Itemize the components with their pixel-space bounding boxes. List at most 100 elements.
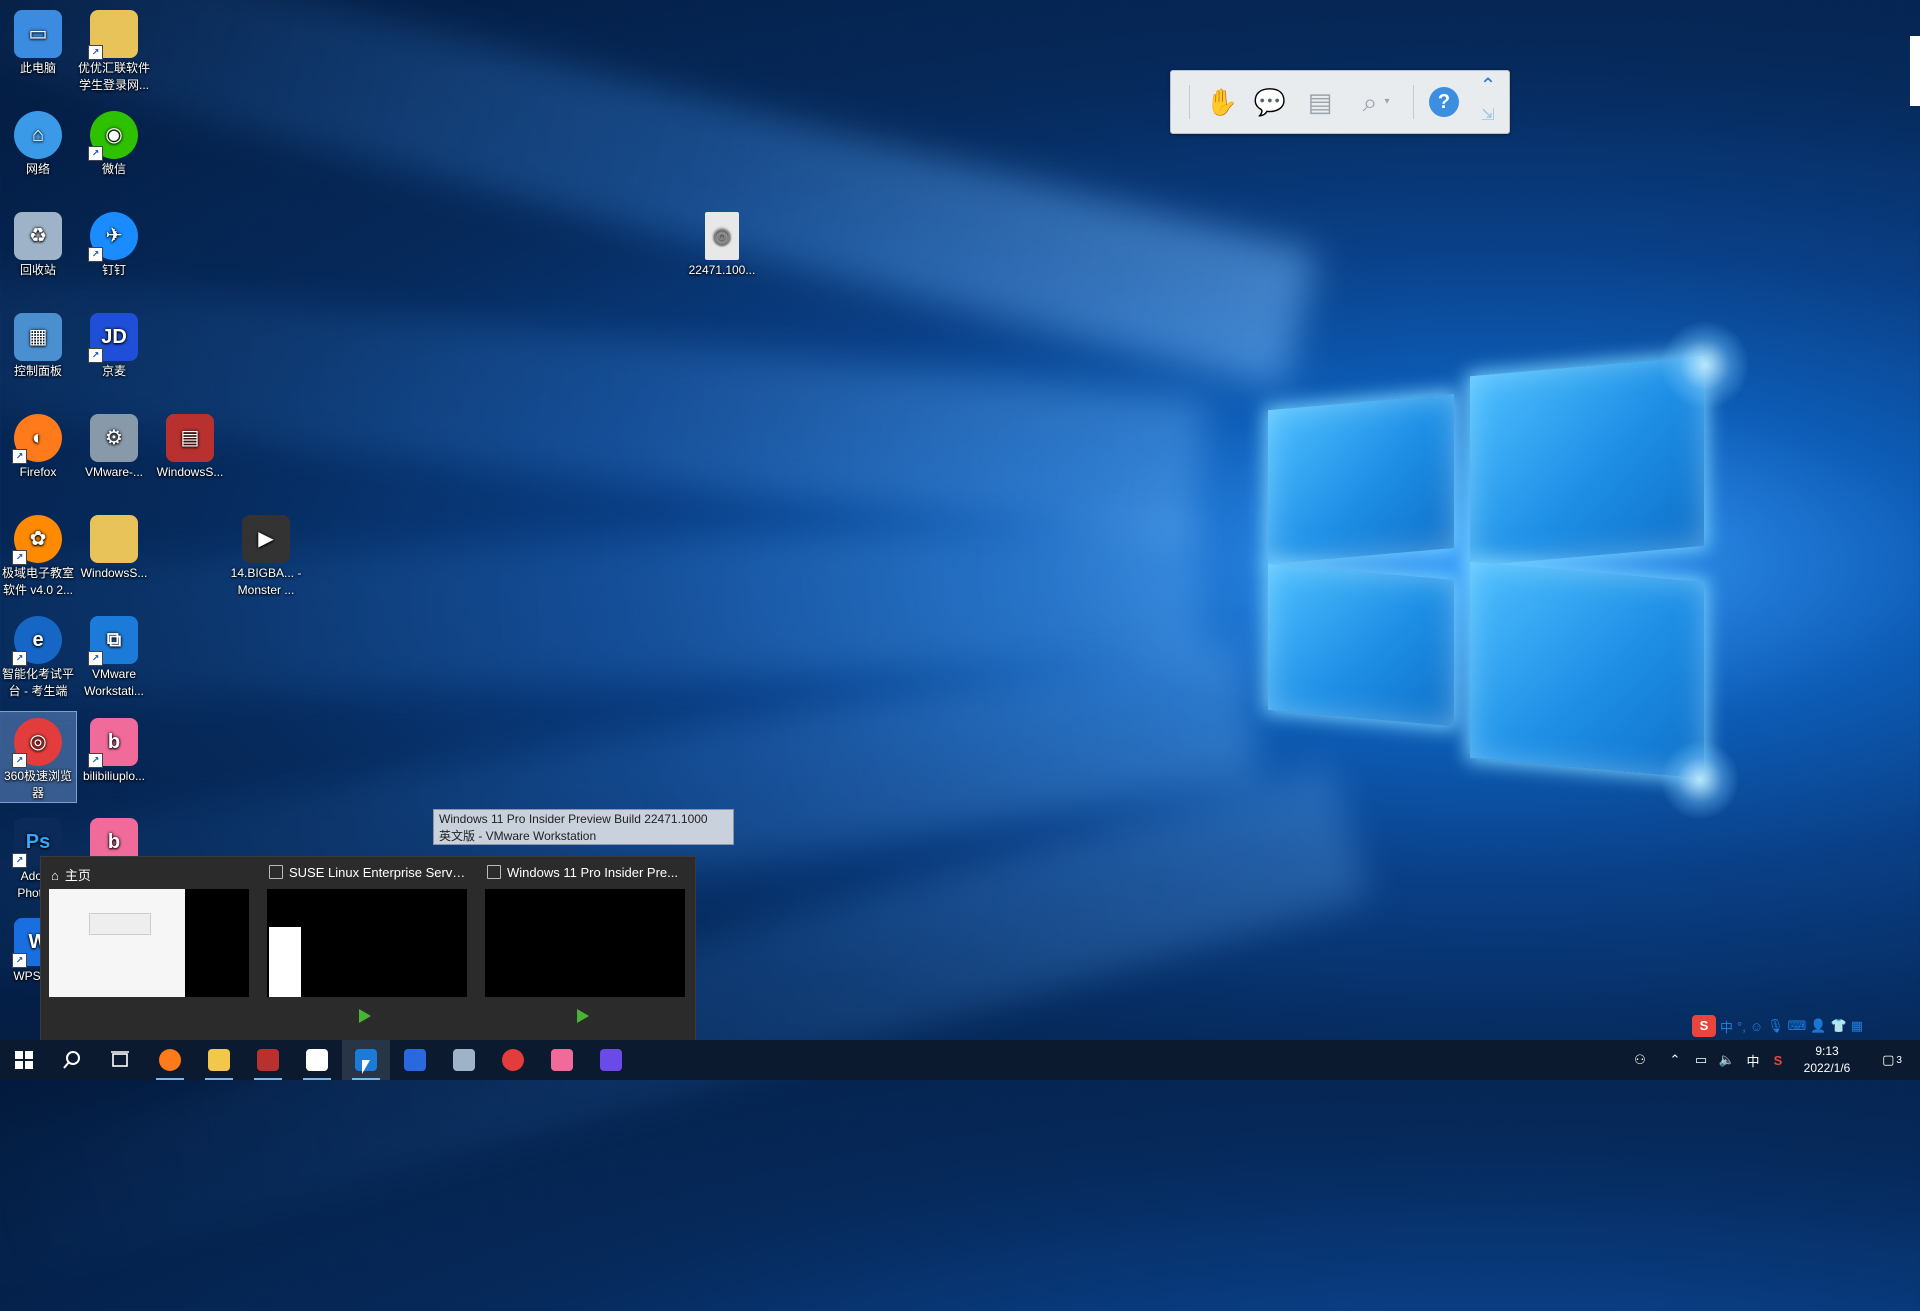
desktop-icon-label: 优优汇联软件学生登录网... [77, 61, 150, 92]
user-icon[interactable]: 👤 [1810, 1018, 1826, 1034]
vm-tooltip-line2: 英文版 - VMware Workstation [439, 829, 597, 843]
desktop-icon-winrar[interactable]: ▤ WindowsS... [152, 408, 228, 481]
taskbar-app-video[interactable] [587, 1040, 635, 1080]
volume-muted-icon[interactable]: 🔈 [1714, 1040, 1740, 1080]
desktop-icon-label: 极域电子教室软件 v4.0 2... [1, 566, 74, 597]
preview-suse[interactable]: SUSE Linux Enterprise Server... [259, 857, 477, 1040]
help-icon[interactable]: ? [1427, 85, 1461, 119]
microphone-icon[interactable]: 🎙 [1767, 1018, 1784, 1034]
desktop-icon-label: 智能化考试平台 - 考生端 [1, 667, 74, 698]
skin-icon[interactable]: 👕 [1831, 1018, 1847, 1034]
keyboard-icon[interactable]: ⌨ [1788, 1018, 1807, 1034]
desktop-icon-dingtalk[interactable]: ✈ ↗ 钉钉 [76, 206, 152, 279]
desktop-icon-control-panel[interactable]: ▦ 控制面板 [0, 307, 76, 380]
notification-icon: ▢ [1882, 1052, 1895, 1067]
taskbar-app-store[interactable] [293, 1040, 341, 1080]
people-icon[interactable]: ⚇ [1625, 1040, 1655, 1080]
desktop-icon-vmware-workstation[interactable]: ⧉ ↗ VMware Workstati... [76, 610, 152, 700]
preview-home[interactable]: ⌂ 主页 [41, 857, 259, 1040]
emoji-icon[interactable]: ☺ [1750, 1019, 1763, 1034]
desktop-icon-label: 回收站 [19, 263, 56, 277]
bilibili-icon: b ↗ [88, 718, 138, 768]
firefox-icon: ◐ ↗ [12, 414, 62, 464]
desktop-icon-bilibili-uploader[interactable]: b ↗ bilibiliuplo... [76, 712, 152, 785]
search-button[interactable] [48, 1040, 96, 1080]
clock-time: 9:13 [1815, 1044, 1839, 1058]
desktop-icon-iso-file[interactable]: ◎ 22471.100... [684, 206, 760, 279]
taskbar: ⚇ ⌃ ▭ 🔈 中 S 9:13 2022/1/6 ▢ 3 [0, 1040, 1920, 1080]
taskbar-app-wps[interactable] [391, 1040, 439, 1080]
preview-title: Windows 11 Pro Insider Pre... [507, 865, 678, 880]
desktop-icon-label: 22471.100... [688, 263, 756, 277]
winrar-icon [257, 1049, 279, 1071]
desktop-icon-label: 14.BIGBA... - Monster ... [230, 566, 302, 597]
desktop-icon-youyou[interactable]: ↗ 优优汇联软件学生登录网... [76, 4, 152, 94]
desktop-icon-recycle-bin[interactable]: ♻ 回收站 [0, 206, 76, 279]
desktop-icon-video[interactable]: ▶ 14.BIGBA... - Monster ... [228, 509, 304, 599]
taskbar-app-bilibili[interactable] [538, 1040, 586, 1080]
exam-platform-icon: e ↗ [12, 616, 62, 666]
desktop-icon-jingmai[interactable]: JD ↗ 京麦 [76, 307, 152, 380]
vm-tooltip-line1: Windows 11 Pro Insider Preview Build 224… [439, 812, 708, 826]
play-icon[interactable] [359, 1009, 371, 1023]
desktop-icon-label: VMware Workstati... [84, 667, 144, 698]
preview-windows11[interactable]: Windows 11 Pro Insider Pre... [477, 857, 695, 1040]
collapse-up-icon[interactable]: ⌃ [1471, 71, 1505, 101]
dingtalk-icon: ✈ ↗ [88, 212, 138, 262]
mouse-cursor-icon [362, 1060, 370, 1074]
desktop-icon-360-browser[interactable]: ◎ ↗ 360极速浏览器 [0, 711, 77, 803]
pin-icon[interactable]: ⇲ [1471, 101, 1505, 131]
ime-language-indicator[interactable]: 中 [1740, 1040, 1766, 1080]
app-icon [453, 1049, 475, 1071]
desktop-icon-network[interactable]: ⌂ 网络 [0, 105, 76, 178]
chevron-down-icon[interactable]: ▾ [1379, 85, 1395, 119]
stamp-icon[interactable]: ▤ [1303, 85, 1337, 119]
comment-icon[interactable]: 💬 [1253, 85, 1287, 119]
task-view-button[interactable] [96, 1040, 144, 1080]
start-button[interactable] [0, 1040, 48, 1080]
clock-date: 2022/1/6 [1803, 1061, 1851, 1075]
desktop-icon-firefox[interactable]: ◐ ↗ Firefox [0, 408, 76, 481]
search-icon [63, 1051, 80, 1069]
desktop-icon-label: VMware-... [84, 465, 143, 479]
chevron-up-icon[interactable]: ⌃ [1660, 1040, 1690, 1080]
taskbar-app-file-explorer[interactable] [195, 1040, 243, 1080]
home-icon: ⌂ [51, 868, 59, 883]
ime-toolbar: S 中 °, ☺ 🎙 ⌨ 👤 👕 ▦ [1692, 1014, 1920, 1038]
video-file-icon: ▶ [242, 515, 290, 563]
wps-icon [404, 1049, 426, 1071]
desktop-icon-jiyu[interactable]: ✿ ↗ 极域电子教室软件 v4.0 2... [0, 509, 76, 599]
preview-thumbnail [267, 889, 467, 997]
play-icon[interactable] [577, 1009, 589, 1023]
desktop-icon-label: WindowsS... [156, 465, 224, 479]
sogou-icon[interactable]: S [1692, 1015, 1716, 1037]
desktop-icon-label: WindowsS... [80, 566, 148, 580]
desktop-icon-exam-platform[interactable]: e ↗ 智能化考试平台 - 考生端 [0, 610, 76, 700]
video-app-icon [600, 1049, 622, 1071]
network-icon: ⌂ [14, 111, 62, 159]
desktop-icon-this-pc[interactable]: ▭ 此电脑 [0, 4, 76, 77]
desktop-icon-wechat[interactable]: ◉ ↗ 微信 [76, 105, 152, 178]
notification-center-button[interactable]: ▢ 3 [1872, 1040, 1912, 1080]
taskbar-app-winrar[interactable] [244, 1040, 292, 1080]
computer-icon: ▭ [14, 10, 62, 58]
punctuation-icon[interactable]: °, [1737, 1019, 1746, 1034]
ime-mode[interactable]: 中 [1720, 1017, 1733, 1036]
task-view-icon [111, 1051, 129, 1067]
taskbar-app-firefox[interactable] [146, 1040, 194, 1080]
grid-icon[interactable]: ▦ [1851, 1018, 1863, 1034]
taskbar-app-unknown[interactable] [440, 1040, 488, 1080]
notification-count: 3 [1896, 1054, 1902, 1066]
taskbar-app-360-browser[interactable] [489, 1040, 537, 1080]
desktop-icon-vmware-installer[interactable]: ⚙ VMware-... [76, 408, 152, 481]
help-label: ? [1429, 87, 1459, 117]
desktop-icon-label: 此电脑 [19, 61, 56, 75]
desktop-icon-label: Firefox [19, 465, 57, 479]
network-tray-icon[interactable]: ▭ [1688, 1040, 1714, 1080]
control-panel-icon: ▦ [14, 313, 62, 361]
desktop-icon-windowss-folder[interactable]: WindowsS... [76, 509, 152, 582]
preview-title: SUSE Linux Enterprise Server... [289, 865, 469, 880]
taskbar-clock[interactable]: 9:13 2022/1/6 [1787, 1043, 1867, 1077]
hand-icon[interactable]: ✋ [1205, 85, 1239, 119]
winrar-icon: ▤ [166, 414, 214, 462]
